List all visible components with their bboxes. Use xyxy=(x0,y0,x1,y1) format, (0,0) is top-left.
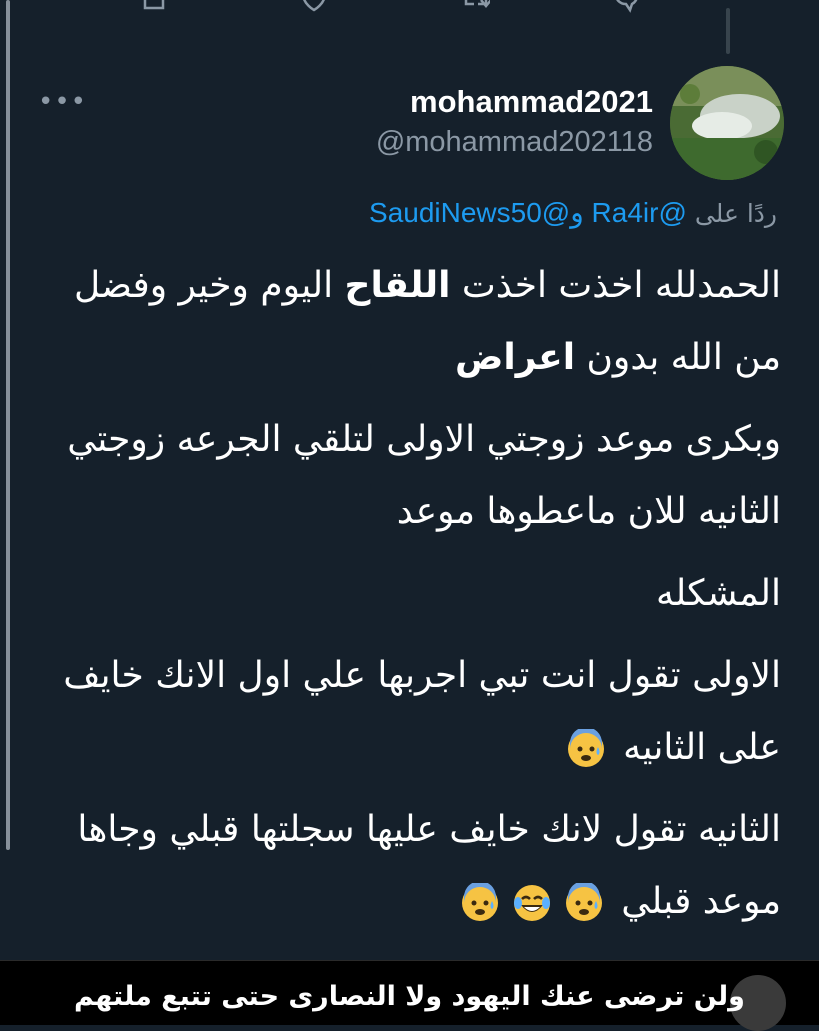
text-segment: الاولى تقول انت تبي اجربها علي اول الانك… xyxy=(63,655,781,768)
tweet-paragraph-5: الثانيه تقول لانك خايف عليها سجلتها قبلي… xyxy=(41,794,781,938)
scrollbar[interactable] xyxy=(6,0,10,850)
mention-ra4ir[interactable]: @Ra4ir xyxy=(592,197,687,228)
tweet-action-bar xyxy=(0,0,819,20)
bottom-caption-bar: ولن ترضى عنك اليهود ولا النصارى حتى تتبع… xyxy=(0,960,819,1031)
mention-joiner: و xyxy=(570,197,592,228)
retweet-icon[interactable] xyxy=(462,0,490,14)
reply-icon[interactable] xyxy=(612,0,640,14)
more-options-icon[interactable]: ••• xyxy=(38,89,87,115)
tweet-paragraph-1: الحمدلله اخذت اخذت اللقاح اليوم وخير وفض… xyxy=(41,250,781,394)
tweet-paragraph-2: وبكرى موعد زوجتي الاولى لتلقي الجرعه زوج… xyxy=(67,419,781,532)
like-icon[interactable] xyxy=(300,0,328,14)
thread-connector-line xyxy=(726,8,730,54)
reply-prefix: ردًا على xyxy=(694,199,777,228)
anxious-face-with-sweat-emoji xyxy=(461,883,498,921)
user-handle[interactable]: @mohammad202118 xyxy=(376,126,653,159)
mention-saudinews50[interactable]: @SaudiNews50 xyxy=(369,197,570,228)
face-with-tears-of-joy-emoji xyxy=(513,885,550,921)
bottom-caption-text: ولن ترضى عنك اليهود ولا النصارى حتى تتبع… xyxy=(74,981,745,1012)
anxious-face-with-sweat-emoji xyxy=(565,883,602,921)
text-segment: الحمدلله اخذت اخذت xyxy=(450,265,781,306)
text-segment: الثانيه تقول لانك خايف عليها سجلتها قبلي xyxy=(169,809,781,850)
display-name[interactable]: mohammad2021 xyxy=(410,84,653,120)
avatar[interactable] xyxy=(670,66,784,180)
anxious-face-with-sweat-emoji xyxy=(567,729,604,767)
bold-word-vaccine: اللقاح xyxy=(344,265,451,306)
tweet-text: الحمدلله اخذت اخذت اللقاح اليوم وخير وفض… xyxy=(41,250,781,938)
share-icon[interactable] xyxy=(140,0,168,14)
replying-to: ردًا على @Ra4ir و@SaudiNews50 xyxy=(369,196,777,229)
avatar-image xyxy=(670,66,784,180)
tweet-paragraph-4: الاولى تقول انت تبي اجربها علي اول الانك… xyxy=(41,640,781,784)
bold-word-symptoms: اعراض xyxy=(454,337,576,378)
tweet-paragraph-3: المشكله xyxy=(656,573,781,614)
